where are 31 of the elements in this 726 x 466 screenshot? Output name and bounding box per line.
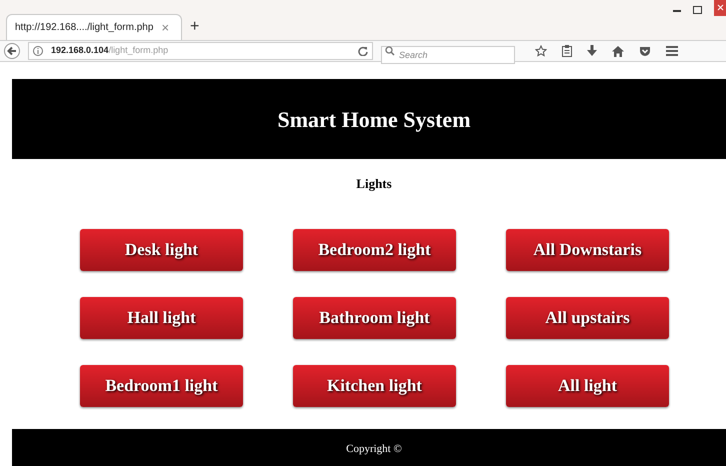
back-icon[interactable] xyxy=(4,43,20,59)
home-icon[interactable] xyxy=(612,46,624,56)
search-field[interactable]: Search xyxy=(381,46,515,64)
light-button[interactable]: Bedroom1 light xyxy=(80,365,243,407)
close-window-icon[interactable] xyxy=(714,0,726,16)
download-icon[interactable] xyxy=(587,45,597,57)
info-icon xyxy=(33,46,43,56)
close-tab-button[interactable]: × xyxy=(161,21,170,34)
star-icon[interactable] xyxy=(535,45,547,57)
address-field[interactable]: 192.168.0.104/light_form.php xyxy=(28,42,373,60)
pocket-icon[interactable] xyxy=(639,46,651,56)
light-button[interactable]: All light xyxy=(506,365,669,407)
light-button[interactable]: All upstairs xyxy=(506,297,669,339)
light-button[interactable]: Bathroom light xyxy=(293,297,456,339)
page-title: Smart Home System xyxy=(276,106,471,134)
clipboard-icon[interactable] xyxy=(562,45,572,57)
light-button[interactable]: All Downstaris xyxy=(506,229,669,271)
light-button[interactable]: Bedroom2 light xyxy=(293,229,456,271)
light-button[interactable]: Kitchen light xyxy=(293,365,456,407)
search-icon xyxy=(385,46,395,56)
maximize-icon[interactable] xyxy=(693,6,702,14)
light-button[interactable]: Desk light xyxy=(80,229,243,271)
new-tab-button[interactable]: + xyxy=(190,19,200,35)
url-text: 192.168.0.104/light_form.php xyxy=(51,44,170,58)
tab-title: http://192.168..../light_form.php xyxy=(15,21,154,35)
browser-tab[interactable]: http://192.168..../light_form.php × xyxy=(6,14,182,40)
section-heading: Lights xyxy=(355,175,392,194)
light-button[interactable]: Hall light xyxy=(80,297,243,339)
reload-icon[interactable] xyxy=(358,46,368,56)
copyright-text: Copyright © xyxy=(345,442,402,457)
menu-icon[interactable] xyxy=(666,46,678,56)
